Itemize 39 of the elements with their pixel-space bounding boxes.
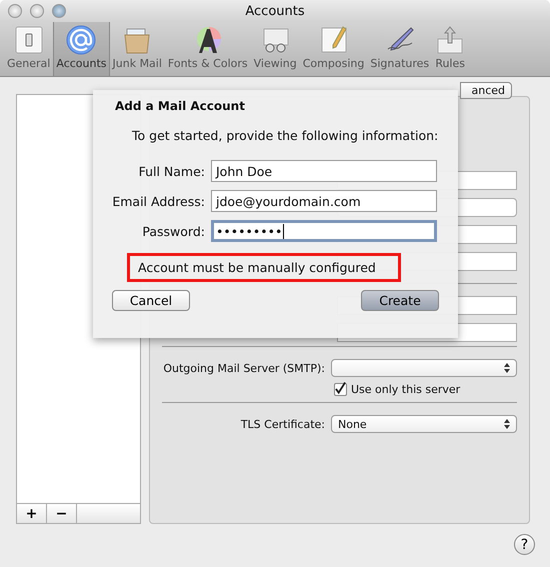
field-label: Email Address: <box>111 194 205 208</box>
stepper-arrows-icon <box>504 363 510 373</box>
field-label: TLS Certificate: <box>240 418 325 430</box>
tab[interactable]: anced <box>460 82 512 99</box>
at-sign-icon <box>66 25 96 55</box>
input-field[interactable]: jdoe@yourdomain.com <box>211 190 437 212</box>
instructions: To get started, provide the following information: <box>132 128 440 143</box>
pencil-note-icon <box>318 25 349 55</box>
stepper-arrows-icon <box>504 419 510 429</box>
toolbar-tab[interactable]: Junk Mail <box>110 22 165 76</box>
field-label: Full Name: <box>138 164 205 178</box>
checkbox[interactable] <box>334 383 347 396</box>
minimize-button[interactable] <box>30 4 44 18</box>
switch-icon <box>14 25 44 55</box>
remove-button[interactable]: − <box>47 504 77 523</box>
popup-menu[interactable]: None <box>331 415 517 433</box>
error-message: Account must be manually configured <box>127 253 401 282</box>
toolbar-tab[interactable]: Rules <box>432 22 468 76</box>
arrows-envelope-icon <box>435 25 466 55</box>
field-label: Password: <box>141 224 205 238</box>
toolbar-tab[interactable]: Fonts & Colors <box>164 22 251 76</box>
close-button[interactable] <box>8 4 22 18</box>
toolbar-tab[interactable]: General <box>4 22 54 76</box>
popup-menu[interactable] <box>331 359 517 377</box>
input-field[interactable]: John Doe <box>211 160 437 182</box>
toolbar-tab[interactable]: Viewing <box>250 22 300 76</box>
window-title: Accounts <box>245 4 305 18</box>
toolbar-tab[interactable]: Signatures <box>367 22 432 76</box>
create-button[interactable]: Create <box>361 290 439 311</box>
toolbar-tab[interactable]: Accounts <box>53 22 110 76</box>
add-button[interactable]: + <box>17 504 47 523</box>
help-button[interactable]: ? <box>514 534 535 555</box>
cancel-button[interactable]: Cancel <box>112 290 190 311</box>
checkbox-label: Use only this server <box>351 383 460 396</box>
input-field[interactable]: ••••••••• <box>211 220 437 242</box>
dialog-title: Add a Mail Account <box>115 99 246 113</box>
toolbar-tab[interactable]: Composing <box>300 22 368 76</box>
zoom-button[interactable] <box>52 4 66 18</box>
field-label: Outgoing Mail Server (SMTP): <box>163 362 325 374</box>
